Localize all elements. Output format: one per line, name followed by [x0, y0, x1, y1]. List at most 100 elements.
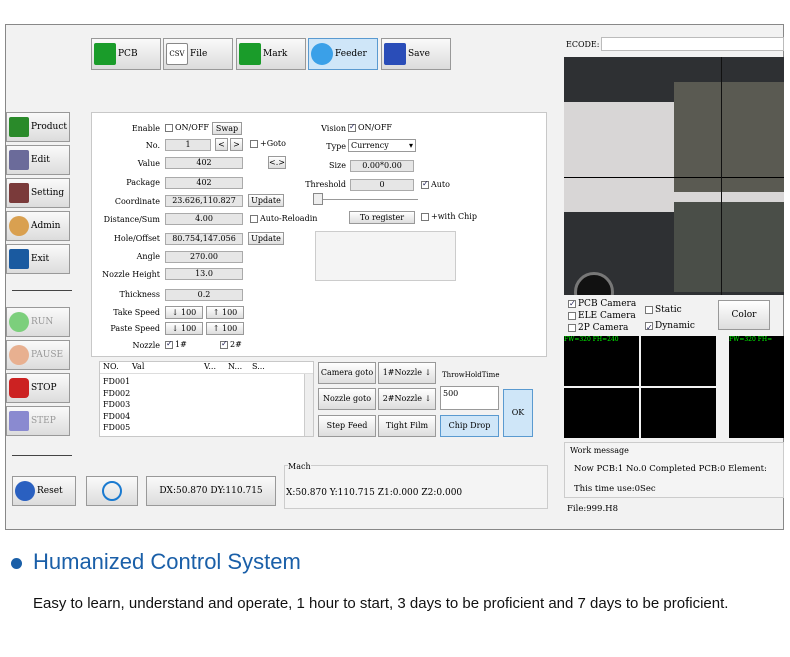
- run-button[interactable]: RUN: [6, 307, 70, 337]
- static-option[interactable]: Static: [645, 302, 695, 318]
- table-row[interactable]: FD005: [103, 422, 313, 434]
- chip-drop-button[interactable]: Chip Drop: [440, 415, 499, 437]
- checkbox[interactable]: [421, 213, 429, 221]
- no-field[interactable]: 1: [165, 139, 211, 151]
- paste-speed-label: Paste Speed: [110, 324, 160, 333]
- mach-panel: Mach X:50.870 Y:110.715 Z1:0.000 Z2:0.00…: [284, 462, 548, 509]
- type-select[interactable]: Currency ▾: [348, 139, 416, 152]
- vision-checkbox[interactable]: ON/OFF: [348, 122, 392, 132]
- auto-checkbox[interactable]: Auto: [421, 179, 450, 189]
- throw-input[interactable]: 500: [440, 386, 499, 410]
- package-field[interactable]: 402: [165, 177, 243, 189]
- step-feed-button[interactable]: Step Feed: [318, 415, 376, 437]
- checkbox[interactable]: [421, 179, 429, 189]
- next-button[interactable]: >: [230, 138, 243, 151]
- coordinate-field[interactable]: 23.626,110.827: [165, 195, 243, 207]
- feeder-button[interactable]: Feeder: [308, 38, 378, 70]
- dynamic-option[interactable]: Dynamic: [645, 318, 695, 336]
- checkbox[interactable]: [568, 311, 576, 320]
- sidebar-admin[interactable]: Admin: [6, 211, 70, 241]
- table-row[interactable]: FD003: [103, 399, 313, 411]
- take-speed-up[interactable]: ↑ 100: [206, 306, 244, 319]
- size-label: Size: [329, 161, 346, 170]
- camera-goto-button[interactable]: Camera goto: [318, 362, 376, 384]
- dxdy-button[interactable]: DX:50.870 DY:110.715: [146, 476, 276, 506]
- checkbox[interactable]: [165, 124, 173, 132]
- update-hole-button[interactable]: Update: [248, 232, 284, 245]
- threshold-field[interactable]: 0: [350, 179, 414, 191]
- swap-button[interactable]: Swap: [212, 122, 242, 135]
- ele-camera-option[interactable]: ELE Camera: [568, 310, 636, 322]
- ok-button[interactable]: OK: [503, 389, 533, 437]
- stop-button[interactable]: STOP: [6, 373, 70, 403]
- type-label: Type: [326, 142, 346, 151]
- distance-label: Distance/Sum: [103, 215, 160, 224]
- table-row[interactable]: FD001: [103, 376, 313, 388]
- sidebar-edit[interactable]: Edit: [6, 145, 70, 175]
- play-icon: [9, 312, 29, 332]
- thickness-field[interactable]: 0.2: [165, 289, 243, 301]
- vision-label: Vision: [321, 124, 346, 133]
- scrollbar[interactable]: [304, 374, 313, 436]
- tight-film-button[interactable]: Tight Film: [378, 415, 436, 437]
- ecode-input[interactable]: [601, 37, 784, 51]
- update-coordinate-button[interactable]: Update: [248, 194, 284, 207]
- checkbox[interactable]: [165, 339, 173, 349]
- size-field[interactable]: 0.00*0.00: [350, 160, 414, 172]
- file-button[interactable]: CSV File: [163, 38, 233, 70]
- checkbox[interactable]: [645, 305, 653, 314]
- divider: [12, 290, 72, 291]
- paste-speed-up[interactable]: ↑ 100: [206, 322, 244, 335]
- component: [674, 202, 784, 292]
- prev-button[interactable]: <: [215, 138, 228, 151]
- sidebar-setting[interactable]: Setting: [6, 178, 70, 208]
- nozzle-height-field[interactable]: 13.0: [165, 268, 243, 280]
- save-button[interactable]: Save: [381, 38, 451, 70]
- nozzle1-button[interactable]: 1#Nozzle ↓: [378, 362, 436, 384]
- checkbox[interactable]: [220, 339, 228, 349]
- step-button[interactable]: STEP: [6, 406, 70, 436]
- mach-coordinates: X:50.870 Y:110.715 Z1:0.000 Z2:0.000: [286, 488, 463, 498]
- mark-button[interactable]: Mark: [236, 38, 306, 70]
- sidebar-exit[interactable]: Exit: [6, 244, 70, 274]
- 2p-camera-option[interactable]: 2P Camera: [568, 322, 636, 334]
- checkbox[interactable]: [645, 320, 653, 336]
- checkbox[interactable]: [348, 122, 356, 132]
- checkbox[interactable]: [568, 298, 576, 310]
- goto-checkbox[interactable]: +Goto: [250, 139, 286, 148]
- hole-field[interactable]: 80.754,147.056: [165, 233, 243, 245]
- swap-icon[interactable]: <.>: [268, 156, 286, 169]
- reset-button[interactable]: Reset: [12, 476, 76, 506]
- distance-field[interactable]: 4.00: [165, 213, 243, 225]
- feeder-icon: [311, 43, 333, 65]
- nozzle-goto-button[interactable]: Nozzle goto: [318, 388, 376, 410]
- auto-reload-checkbox[interactable]: Auto-Reloadin: [250, 214, 317, 223]
- pcb-button[interactable]: PCB: [91, 38, 161, 70]
- work-message-panel: Work message Now PCB:1 No.0 Completed PC…: [564, 442, 784, 498]
- enable-checkbox[interactable]: ON/OFF: [165, 123, 209, 132]
- table-row[interactable]: FD004: [103, 411, 313, 423]
- sidebar-product[interactable]: Product: [6, 112, 70, 142]
- paste-speed-down[interactable]: ↓ 100: [165, 322, 203, 335]
- checkbox[interactable]: [250, 140, 258, 148]
- nozzle2-button[interactable]: 2#Nozzle ↓: [378, 388, 436, 410]
- register-button[interactable]: To register: [349, 211, 415, 224]
- locate-button[interactable]: [86, 476, 138, 506]
- value-label: Value: [137, 159, 160, 168]
- take-speed-down[interactable]: ↓ 100: [165, 306, 203, 319]
- camera-view: [564, 57, 784, 295]
- nozzle2-checkbox[interactable]: 2#: [220, 339, 242, 349]
- checkbox[interactable]: [568, 323, 576, 332]
- threshold-slider[interactable]: [313, 193, 323, 205]
- angle-field[interactable]: 270.00: [165, 251, 243, 263]
- color-button[interactable]: Color: [718, 300, 770, 330]
- pause-button[interactable]: PAUSE: [6, 340, 70, 370]
- nozzle1-checkbox[interactable]: 1#: [165, 339, 187, 349]
- checkbox[interactable]: [250, 215, 258, 223]
- table-row[interactable]: FD002: [103, 388, 313, 400]
- with-chip-checkbox[interactable]: +with Chip: [421, 212, 477, 221]
- nozzle-height-label: Nozzle Height: [102, 270, 160, 279]
- value-field[interactable]: 402: [165, 157, 243, 169]
- package-label: Package: [126, 178, 160, 187]
- pcb-camera-option[interactable]: PCB Camera: [568, 298, 636, 310]
